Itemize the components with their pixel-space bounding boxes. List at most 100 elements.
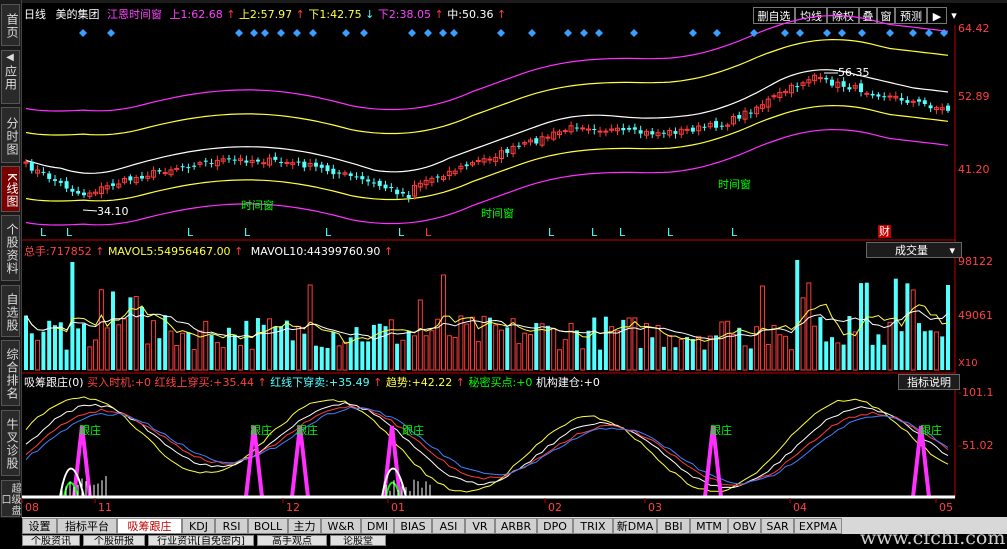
tab-asi[interactable]: ASI bbox=[432, 518, 465, 534]
volume-bar bbox=[163, 315, 168, 370]
candle-body bbox=[505, 149, 510, 153]
indicator-help-button[interactable]: 指标说明 bbox=[898, 374, 960, 390]
volume-bar bbox=[765, 343, 771, 371]
candle-body bbox=[186, 167, 191, 169]
volume-bar bbox=[847, 316, 852, 370]
volume-bar bbox=[783, 335, 789, 371]
stock-chart-window: 首页 ◀ 应用 分时图 K线图 个股资料 自选股 综合排名 牛叉诊股 超级盘口 … bbox=[0, 0, 1007, 549]
tab-expma[interactable]: EXPMA bbox=[794, 518, 842, 534]
volume-bar bbox=[638, 348, 643, 370]
tab-trix[interactable]: TRIX bbox=[573, 518, 613, 534]
tab-dmi[interactable]: DMI bbox=[361, 518, 394, 534]
candle-body bbox=[917, 99, 922, 102]
tab-bias[interactable]: BIAS bbox=[394, 518, 432, 534]
volume-bar bbox=[220, 347, 226, 371]
info-tab[interactable]: 高手观点 bbox=[257, 535, 327, 546]
follow-label: 跟庄 bbox=[79, 424, 101, 437]
volume-bar bbox=[429, 330, 435, 371]
l-marker: L bbox=[731, 226, 738, 239]
secret-buy-label: 秘密买点: bbox=[468, 376, 517, 389]
signal-diamond bbox=[823, 29, 831, 37]
tab-arbr[interactable]: ARBR bbox=[495, 518, 537, 534]
volume-bar bbox=[505, 327, 510, 370]
volume-bar bbox=[574, 330, 579, 370]
info-tab[interactable]: 个股研报 bbox=[83, 535, 145, 546]
volume-bar bbox=[917, 323, 922, 370]
candle-body bbox=[928, 105, 933, 109]
volume-bar bbox=[151, 320, 157, 371]
tab-boll[interactable]: BOLL bbox=[248, 518, 288, 534]
candle-body bbox=[817, 77, 823, 80]
volume-bar bbox=[145, 343, 151, 371]
candle-body bbox=[406, 194, 411, 198]
volume-bar bbox=[522, 332, 528, 371]
tab-mtm[interactable]: MTM bbox=[690, 518, 728, 534]
candle-body bbox=[603, 130, 609, 133]
low-price-label: 34.10 bbox=[97, 205, 129, 218]
candle-body bbox=[41, 171, 46, 173]
l-marker: L bbox=[40, 226, 47, 239]
volume-bar bbox=[748, 348, 753, 370]
tab-dpo[interactable]: DPO bbox=[537, 518, 573, 534]
volume-dropdown[interactable]: 成交量 ▾ bbox=[866, 242, 962, 258]
volume-bar bbox=[296, 325, 302, 371]
signal-diamond bbox=[293, 29, 301, 37]
mavol5-label: MAVOL5: bbox=[107, 245, 158, 258]
volume-bar bbox=[302, 333, 307, 370]
volume-bar bbox=[180, 332, 186, 371]
candle-body bbox=[638, 130, 643, 134]
volume-header: 总手:717852 ↑ MAVOL5:54956467.00 ↑ MAVOL10… bbox=[24, 244, 393, 259]
tab-bbi[interactable]: BBI bbox=[657, 518, 690, 534]
tab-吸筹跟庄[interactable]: 吸筹跟庄 bbox=[117, 518, 182, 534]
tab-设置[interactable]: 设置 bbox=[22, 518, 57, 534]
tab-w&r[interactable]: W&R bbox=[321, 518, 361, 534]
tab-kdj[interactable]: KDJ bbox=[182, 518, 215, 534]
tab-指标平台[interactable]: 指标平台 bbox=[57, 518, 117, 534]
volume-bar bbox=[81, 323, 86, 370]
volume-bar bbox=[655, 325, 661, 371]
info-tab[interactable]: 行业资讯[自免密内] bbox=[148, 535, 254, 546]
candle-body bbox=[348, 173, 353, 176]
tab-sar[interactable]: SAR bbox=[761, 518, 794, 534]
info-tab[interactable]: 个股资讯 bbox=[22, 535, 80, 546]
volume-bar bbox=[702, 349, 707, 370]
x-axis-label: 01 bbox=[391, 501, 405, 514]
signal-diamond bbox=[450, 29, 458, 37]
candle-body bbox=[209, 163, 214, 165]
candle-body bbox=[847, 87, 852, 90]
volume-bar bbox=[290, 340, 295, 370]
candle-body bbox=[562, 130, 568, 133]
tab-vr[interactable]: VR bbox=[465, 518, 495, 534]
candle-body bbox=[435, 176, 440, 178]
tab-obv[interactable]: OBV bbox=[728, 518, 761, 534]
tab-新dma[interactable]: 新DMA bbox=[613, 518, 657, 534]
candle-body bbox=[876, 94, 881, 97]
candle-body bbox=[389, 187, 394, 189]
volume-bar bbox=[186, 332, 191, 370]
volume-bar bbox=[876, 334, 881, 370]
time-window-label: 时间窗 bbox=[718, 178, 751, 191]
volume-bar bbox=[157, 338, 162, 370]
volume-bar bbox=[667, 335, 673, 371]
volume-bar bbox=[41, 331, 46, 370]
finance-marker[interactable]: 财 bbox=[878, 225, 891, 238]
buy-time-value: +0 bbox=[134, 376, 152, 389]
up-arrow-icon: ↑ bbox=[373, 376, 383, 389]
volume-bar bbox=[400, 339, 406, 371]
volume-bar bbox=[423, 335, 429, 371]
signal-diamond bbox=[309, 29, 317, 37]
volume-dropdown-label: 成交量 bbox=[895, 244, 928, 257]
l-marker: L bbox=[66, 226, 73, 239]
upper1-band-line bbox=[25, 38, 949, 136]
volume-bar bbox=[933, 331, 939, 371]
volume-bar bbox=[910, 289, 916, 371]
volume-bar bbox=[632, 317, 638, 371]
signal-diamond bbox=[564, 29, 572, 37]
candle-body bbox=[737, 114, 742, 119]
tab-主力[interactable]: 主力 bbox=[288, 518, 321, 534]
time-window-label: 时间窗 bbox=[241, 199, 274, 212]
info-tab[interactable]: 论股堂 bbox=[330, 535, 386, 546]
candle-body bbox=[52, 179, 57, 181]
tab-rsi[interactable]: RSI bbox=[215, 518, 248, 534]
volume-bar bbox=[835, 342, 841, 371]
